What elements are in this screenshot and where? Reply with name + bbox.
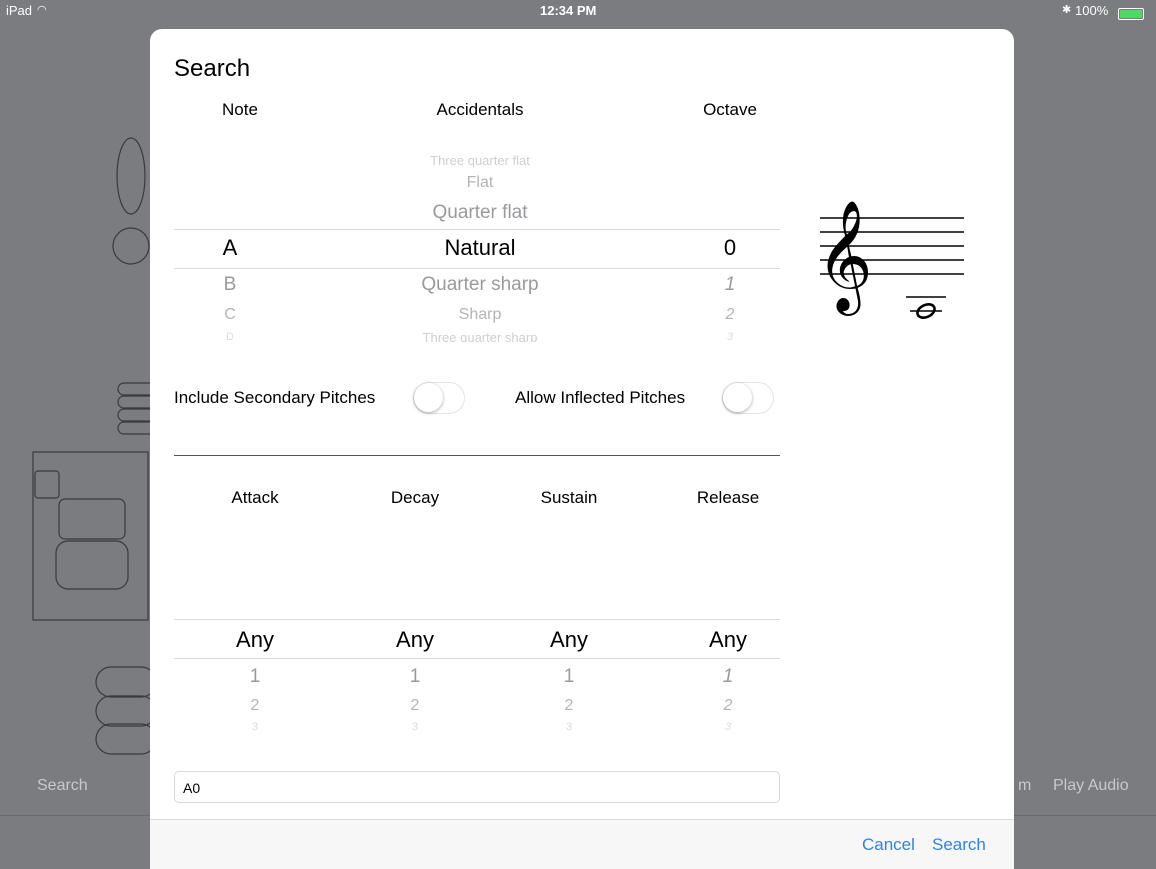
accidental-selected[interactable]: Natural bbox=[340, 235, 620, 261]
picker-selection-bottom-line bbox=[174, 658, 780, 659]
note-selected[interactable]: A bbox=[210, 235, 250, 261]
accidental-option[interactable]: Quarter flat bbox=[340, 202, 620, 224]
inflected-pitches-label: Allow Inflected Pitches bbox=[515, 388, 686, 407]
accidental-option[interactable]: Flat bbox=[340, 174, 620, 192]
attack-selected[interactable]: Any bbox=[205, 627, 305, 653]
accidental-option[interactable]: Quarter sharp bbox=[340, 274, 620, 296]
cancel-button[interactable]: Cancel bbox=[862, 835, 915, 855]
toggle-knob bbox=[723, 383, 752, 412]
decay-option[interactable]: 1 bbox=[365, 666, 465, 688]
release-selected[interactable]: Any bbox=[678, 627, 778, 653]
toggle-knob bbox=[414, 383, 443, 412]
note-option[interactable]: C bbox=[210, 306, 250, 324]
decay-column-header: Decay bbox=[390, 488, 440, 507]
release-option[interactable]: 1 bbox=[678, 666, 778, 688]
treble-clef-icon: 𝄞 bbox=[818, 199, 873, 316]
secondary-pitches-label: Include Secondary Pitches bbox=[174, 388, 376, 407]
modal-title: Search bbox=[174, 55, 251, 82]
background-instrument-diagram bbox=[32, 137, 150, 755]
picker-selection-bottom-line bbox=[174, 268, 780, 269]
sustain-column-header: Sustain bbox=[540, 488, 598, 507]
query-text-value: A0 bbox=[183, 780, 201, 796]
secondary-pitches-toggle[interactable] bbox=[413, 382, 465, 414]
octave-option[interactable]: 3 bbox=[710, 331, 750, 342]
staff-notation: 𝄞 bbox=[818, 199, 964, 319]
inflected-pitches-toggle[interactable] bbox=[722, 382, 774, 414]
note-option[interactable]: D bbox=[210, 331, 250, 342]
sustain-selected[interactable]: Any bbox=[519, 627, 619, 653]
decay-selected[interactable]: Any bbox=[365, 627, 465, 653]
decay-option[interactable]: 3 bbox=[365, 721, 465, 732]
release-option[interactable]: 3 bbox=[678, 721, 778, 732]
battery-percent: 100% bbox=[1075, 3, 1109, 18]
note-column-header: Note bbox=[222, 100, 258, 119]
bluetooth-icon: ✱ bbox=[1062, 4, 1072, 16]
sustain-option[interactable]: 1 bbox=[519, 666, 619, 688]
background-partial-label: m bbox=[1018, 777, 1032, 794]
decay-option[interactable]: 2 bbox=[365, 697, 465, 715]
attack-option[interactable]: 3 bbox=[205, 721, 305, 732]
background-search-tab: Search bbox=[37, 777, 88, 794]
search-modal: Search Note Accidentals Octave A B C D T… bbox=[150, 29, 1014, 869]
section-divider bbox=[174, 455, 780, 456]
attack-option[interactable]: 1 bbox=[205, 666, 305, 688]
octave-option[interactable]: 2 bbox=[710, 306, 750, 324]
accidental-option[interactable]: Three quarter sharp bbox=[340, 330, 620, 342]
octave-column-header: Octave bbox=[703, 100, 757, 119]
note-option[interactable]: B bbox=[210, 274, 250, 296]
release-option[interactable]: 2 bbox=[678, 697, 778, 715]
attack-column-header: Attack bbox=[231, 488, 279, 507]
release-column-header: Release bbox=[696, 488, 760, 507]
picker-selection-top-line bbox=[174, 229, 780, 230]
attack-option[interactable]: 2 bbox=[205, 697, 305, 715]
background-play-audio: Play Audio bbox=[1053, 777, 1129, 794]
octave-selected[interactable]: 0 bbox=[710, 235, 750, 261]
search-button[interactable]: Search bbox=[932, 835, 986, 855]
accidentals-column-header: Accidentals bbox=[436, 100, 524, 119]
query-text-field[interactable]: A0 bbox=[174, 771, 780, 803]
accidental-option[interactable]: Sharp bbox=[340, 306, 620, 324]
sustain-option[interactable]: 3 bbox=[519, 721, 619, 732]
picker-selection-top-line bbox=[174, 619, 780, 620]
sustain-option[interactable]: 2 bbox=[519, 697, 619, 715]
octave-option[interactable]: 1 bbox=[710, 274, 750, 296]
modal-footer: Cancel Search bbox=[150, 819, 1014, 869]
clock: 12:34 PM bbox=[540, 3, 597, 18]
status-bar: iPad ◠ 12:34 PM ✱ 100% bbox=[0, 0, 1156, 22]
accidental-option[interactable]: Three quarter flat bbox=[340, 153, 620, 168]
